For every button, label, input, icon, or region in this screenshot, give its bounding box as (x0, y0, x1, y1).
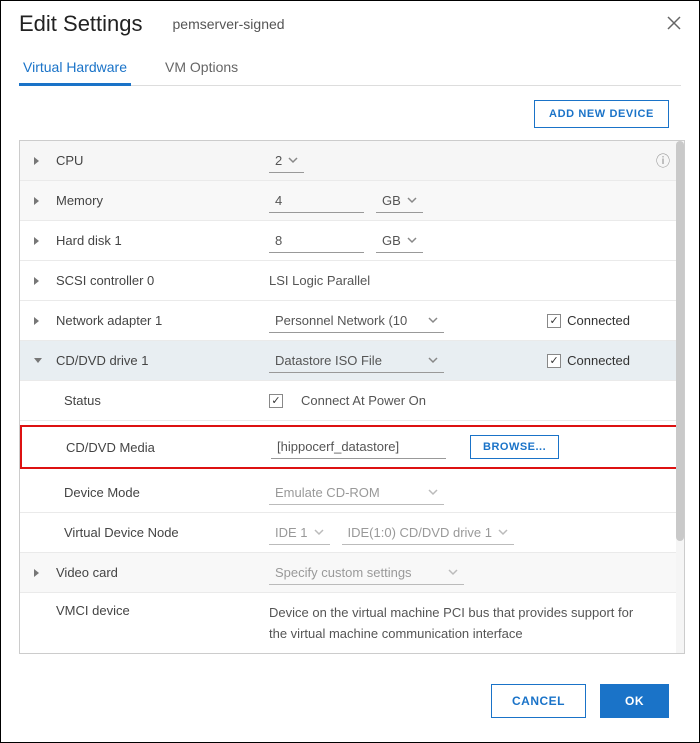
ok-button[interactable]: OK (600, 684, 669, 718)
row-hdd1[interactable]: Hard disk 1 GB (20, 221, 684, 261)
row-cdrom1-status: Status Connect At Power On (20, 381, 684, 421)
tabs: Virtual Hardware VM Options (19, 51, 681, 86)
vmci-desc: Device on the virtual machine PCI bus th… (269, 603, 640, 645)
memory-input[interactable] (269, 189, 364, 213)
cdrom1-connected-checkbox[interactable] (547, 354, 561, 368)
cpu-select[interactable]: 2 (269, 149, 304, 173)
net1-connected-checkbox[interactable] (547, 314, 561, 328)
chevron-right-icon (34, 566, 48, 580)
memory-unit: GB (382, 193, 401, 208)
net1-value: Personnel Network (10 (275, 313, 422, 328)
footer: CANCEL OK (1, 664, 699, 742)
chevron-down-icon (428, 355, 438, 365)
chevron-down-icon (428, 315, 438, 325)
browse-button[interactable]: BROWSE... (470, 435, 559, 459)
hardware-panel: CPU 2 ⓘ Memory (19, 140, 685, 654)
row-scsi0[interactable]: SCSI controller 0 LSI Logic Parallel (20, 261, 684, 301)
memory-unit-select[interactable]: GB (376, 189, 423, 213)
chevron-down-icon (288, 155, 298, 165)
scsi0-label: SCSI controller 0 (56, 273, 154, 288)
hardware-scroll-wrap: CPU 2 ⓘ Memory (1, 140, 699, 664)
dialog-title: Edit Settings (19, 11, 143, 37)
scrollbar[interactable] (676, 141, 684, 653)
chevron-down-icon (498, 527, 508, 537)
hdd1-unit: GB (382, 233, 401, 248)
memory-label: Memory (56, 193, 103, 208)
tab-vm-options[interactable]: VM Options (161, 51, 242, 85)
chevron-right-icon (34, 234, 48, 248)
row-cdrom1[interactable]: CD/DVD drive 1 Datastore ISO File Connec… (20, 341, 684, 381)
chevron-right-icon (34, 274, 48, 288)
hdd1-input[interactable] (269, 229, 364, 253)
video-select[interactable]: Specify custom settings (269, 561, 464, 585)
cdrom1-mode-select[interactable]: Emulate CD-ROM (269, 481, 444, 505)
chevron-right-icon (34, 154, 48, 168)
video-label: Video card (56, 565, 118, 580)
cdrom1-mode-value: Emulate CD-ROM (275, 485, 422, 500)
cdrom1-type-select[interactable]: Datastore ISO File (269, 349, 444, 373)
hdd1-label: Hard disk 1 (56, 233, 122, 248)
hdd1-unit-select[interactable]: GB (376, 229, 423, 253)
cdrom1-poweron-checkbox[interactable] (269, 394, 283, 408)
net1-connected-label: Connected (567, 313, 630, 328)
chevron-down-icon (34, 354, 48, 368)
chevron-down-icon (314, 527, 324, 537)
tab-virtual-hardware[interactable]: Virtual Hardware (19, 51, 131, 85)
row-net1[interactable]: Network adapter 1 Personnel Network (10 … (20, 301, 684, 341)
chevron-down-icon (448, 567, 458, 577)
cpu-label: CPU (56, 153, 83, 168)
row-vmci: VMCI device Device on the virtual machin… (20, 593, 684, 654)
cdrom1-media-input[interactable] (271, 435, 446, 459)
cancel-button[interactable]: CANCEL (491, 684, 586, 718)
titlebar: Edit Settings pemserver-signed (1, 1, 699, 37)
chevron-right-icon (34, 194, 48, 208)
edit-settings-dialog: Edit Settings pemserver-signed Virtual H… (0, 0, 700, 743)
row-memory[interactable]: Memory GB (20, 181, 684, 221)
dialog-subtitle: pemserver-signed (173, 16, 285, 32)
cdrom1-vdn-bus: IDE 1 (275, 525, 308, 540)
cdrom1-media-highlight: CD/DVD Media BROWSE... (20, 425, 684, 469)
cdrom1-vdn-bus-select[interactable]: IDE 1 (269, 521, 330, 545)
close-icon[interactable] (667, 14, 681, 35)
cdrom1-status-label: Status (64, 393, 101, 408)
cdrom1-mode-label: Device Mode (64, 485, 140, 500)
row-cdrom1-vdn: Virtual Device Node IDE 1 IDE(1:0) CD/DV… (20, 513, 684, 553)
scsi0-value: LSI Logic Parallel (269, 273, 370, 288)
video-value: Specify custom settings (275, 565, 442, 580)
row-cdrom1-mode: Device Mode Emulate CD-ROM (20, 473, 684, 513)
vmci-label: VMCI device (56, 603, 130, 618)
row-cpu[interactable]: CPU 2 ⓘ (20, 141, 684, 181)
chevron-right-icon (34, 314, 48, 328)
toolbar: ADD NEW DEVICE (1, 86, 699, 140)
cpu-value: 2 (275, 153, 282, 168)
cdrom1-status-value: Connect At Power On (301, 393, 426, 408)
net1-select[interactable]: Personnel Network (10 (269, 309, 444, 333)
row-video[interactable]: Video card Specify custom settings (20, 553, 684, 593)
cdrom1-connected-label: Connected (567, 353, 630, 368)
add-new-device-button[interactable]: ADD NEW DEVICE (534, 100, 669, 128)
chevron-down-icon (428, 487, 438, 497)
cdrom1-type-value: Datastore ISO File (275, 353, 422, 368)
cdrom1-label: CD/DVD drive 1 (56, 353, 148, 368)
scrollbar-thumb[interactable] (676, 141, 684, 541)
cdrom1-media-label: CD/DVD Media (66, 440, 155, 455)
chevron-down-icon (407, 235, 417, 245)
cdrom1-vdn-slot: IDE(1:0) CD/DVD drive 1 (348, 525, 492, 540)
info-icon[interactable]: ⓘ (656, 151, 670, 171)
net1-label: Network adapter 1 (56, 313, 162, 328)
cdrom1-vdn-slot-select[interactable]: IDE(1:0) CD/DVD drive 1 (342, 521, 514, 545)
chevron-down-icon (407, 195, 417, 205)
cdrom1-vdn-label: Virtual Device Node (64, 525, 179, 540)
